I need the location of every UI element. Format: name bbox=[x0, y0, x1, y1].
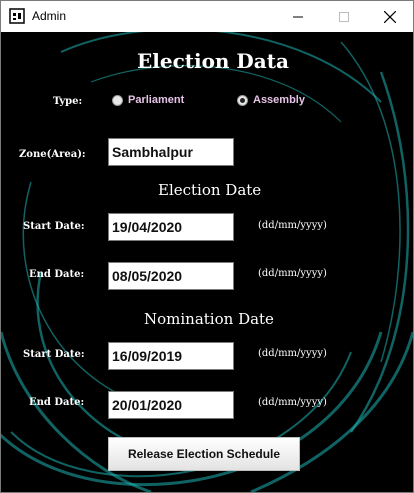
form-heading: Election Data bbox=[137, 49, 289, 73]
admin-window: Admin Election Data Type: Parliament Ass… bbox=[0, 0, 414, 493]
election-date-heading: Election Date bbox=[158, 181, 262, 199]
minimize-button[interactable] bbox=[275, 1, 321, 32]
maximize-icon bbox=[339, 11, 349, 22]
type-label: Type: bbox=[53, 96, 83, 107]
radio-parliament-dot[interactable] bbox=[112, 94, 123, 106]
form-panel: Election Data Type: Parliament Assembly … bbox=[1, 32, 413, 492]
nomination-start-label: Start Date: bbox=[23, 349, 85, 360]
nomination-end-input[interactable]: 20/01/2020 bbox=[108, 391, 234, 419]
radio-parliament-label: Parliament bbox=[128, 94, 185, 106]
close-icon bbox=[384, 10, 396, 23]
app-icon bbox=[9, 8, 25, 24]
nomination-start-input[interactable]: 16/09/2019 bbox=[108, 342, 234, 370]
title-bar[interactable]: Admin bbox=[1, 1, 413, 32]
radio-assembly-dot[interactable] bbox=[237, 94, 248, 106]
close-button[interactable] bbox=[367, 1, 413, 32]
minimize-icon bbox=[293, 16, 303, 17]
maximize-button[interactable] bbox=[321, 1, 367, 32]
nomination-end-format: (dd/mm/yyyy) bbox=[258, 397, 327, 408]
nomination-date-heading: Nomination Date bbox=[144, 310, 274, 328]
election-start-input[interactable]: 19/04/2020 bbox=[108, 213, 234, 241]
radio-assembly[interactable]: Assembly bbox=[237, 94, 305, 106]
nomination-end-label: End Date: bbox=[29, 397, 85, 408]
zone-input[interactable]: Sambhalpur bbox=[108, 138, 234, 166]
radio-assembly-label: Assembly bbox=[253, 94, 305, 106]
election-end-format: (dd/mm/yyyy) bbox=[258, 268, 327, 279]
nomination-start-format: (dd/mm/yyyy) bbox=[258, 348, 327, 359]
election-end-label: End Date: bbox=[29, 269, 85, 280]
radio-parliament[interactable]: Parliament bbox=[112, 94, 184, 106]
election-start-label: Start Date: bbox=[23, 221, 85, 232]
release-election-schedule-button[interactable]: Release Election Schedule bbox=[108, 437, 300, 471]
zone-label: Zone(Area): bbox=[19, 149, 86, 160]
election-start-format: (dd/mm/yyyy) bbox=[258, 220, 327, 231]
election-end-input[interactable]: 08/05/2020 bbox=[108, 262, 234, 290]
window-title: Admin bbox=[32, 9, 67, 23]
